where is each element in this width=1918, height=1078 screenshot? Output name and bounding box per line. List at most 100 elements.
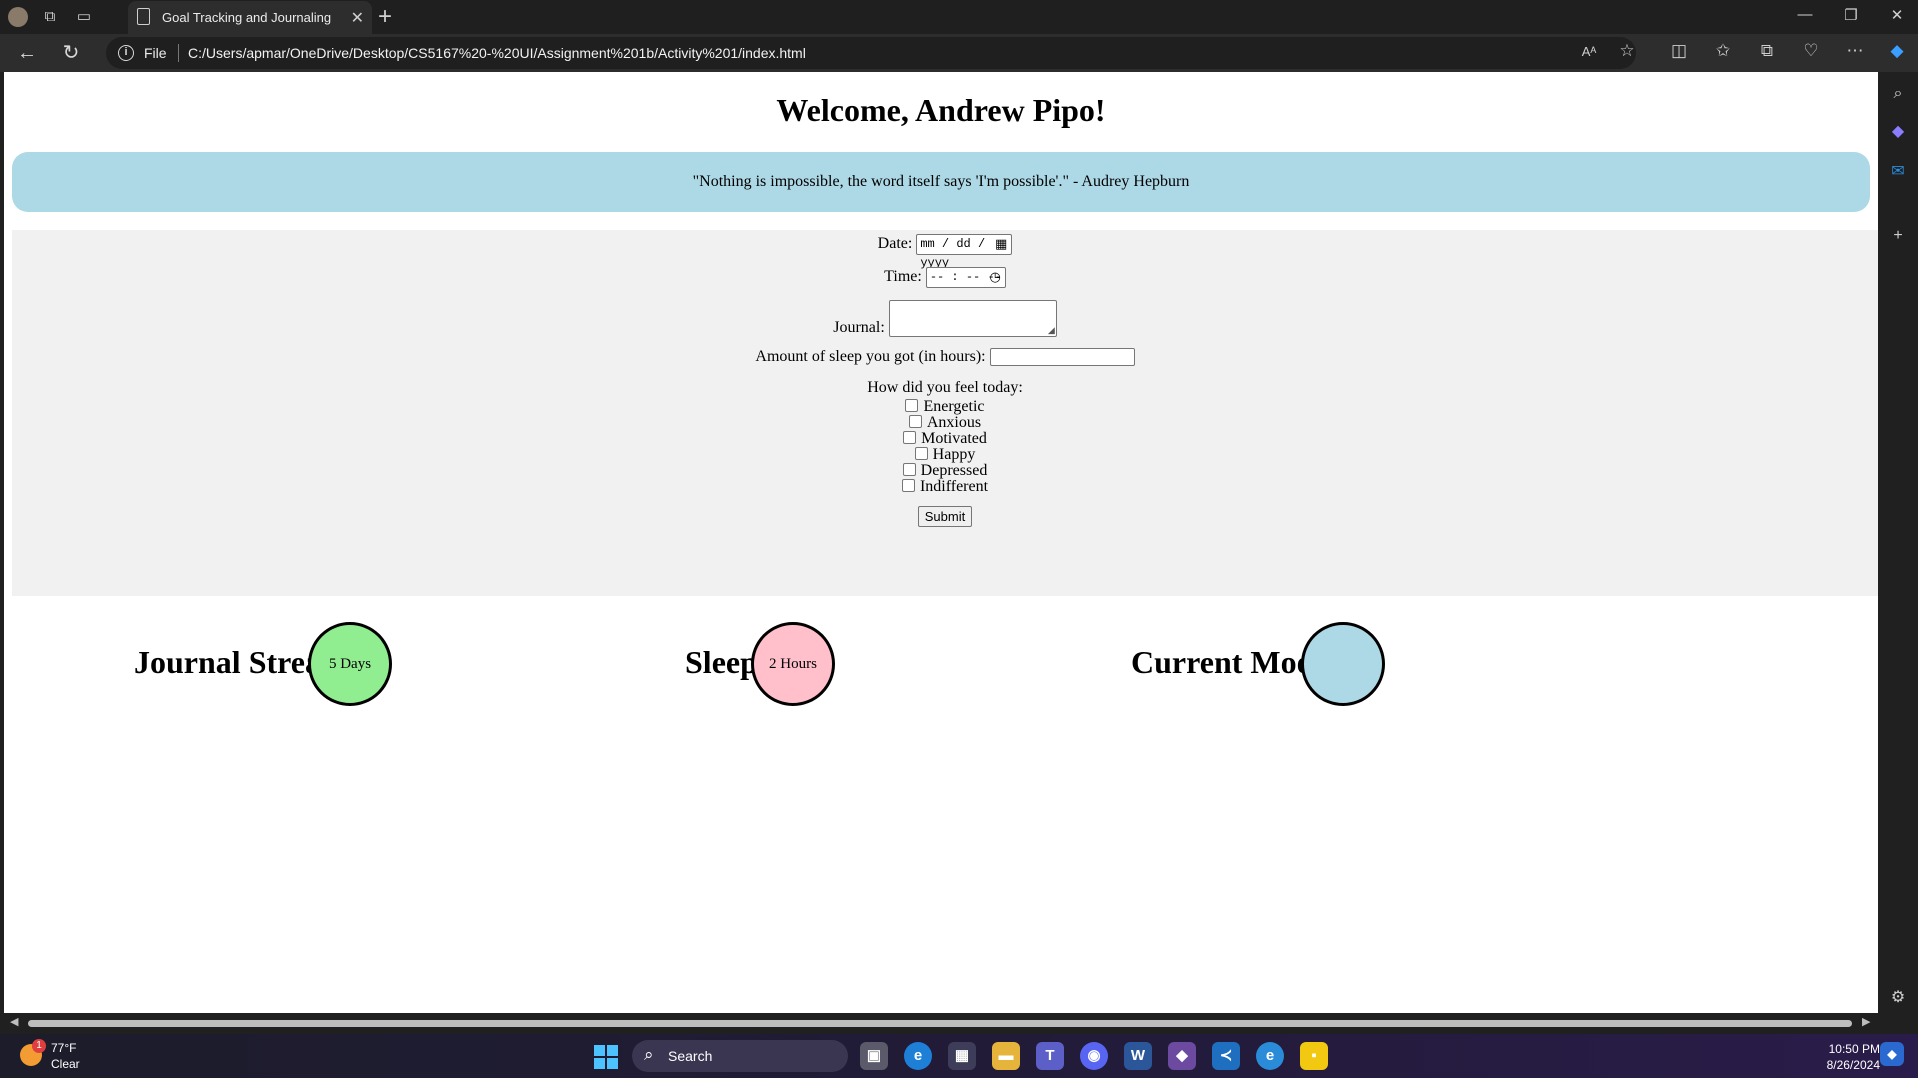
word-app-icon[interactable]: W — [1124, 1042, 1152, 1070]
time-input[interactable]: -- : -- -- ◷ — [925, 267, 1006, 288]
journal-streak-value: 5 Days — [328, 656, 372, 672]
sleep-stat-value: 2 Hours — [769, 656, 817, 672]
copilot-sidebar-icon[interactable]: ◆ — [1886, 120, 1910, 144]
web-page: Welcome, Andrew Pipo! "Nothing is imposs… — [4, 72, 1878, 1013]
profile-avatar-icon[interactable] — [6, 5, 30, 29]
address-bar[interactable]: i File C:/Users/apmar/OneDrive/Desktop/C… — [106, 37, 1636, 69]
browser-titlebar: ⧉ ▭ Goal Tracking and Journaling ✕ + — ❐… — [0, 0, 1918, 34]
copilot-taskbar-icon[interactable]: ◆ — [1880, 1042, 1904, 1066]
address-separator — [178, 44, 179, 62]
sticky-notes-icon[interactable]: ▪ — [1300, 1042, 1328, 1070]
minimize-button[interactable]: — — [1790, 6, 1820, 23]
checkbox[interactable] — [908, 415, 922, 428]
browser-essentials-icon[interactable]: ♡ — [1798, 41, 1824, 61]
resize-grip-icon[interactable]: ◢ — [1048, 326, 1055, 336]
address-scheme-label: File — [144, 45, 167, 61]
restore-button[interactable]: ❐ — [1836, 6, 1866, 24]
sleep-circle: 2 Hours — [751, 622, 835, 706]
task-view-icon[interactable]: ▣ — [860, 1042, 888, 1070]
new-tab-button[interactable]: + — [378, 2, 392, 32]
workspaces-icon[interactable]: ⧉ — [38, 5, 62, 29]
journal-streak-circle: 5 Days — [308, 622, 392, 706]
url-text[interactable]: C:/Users/apmar/OneDrive/Desktop/CS5167%2… — [188, 45, 806, 61]
more-menu-icon[interactable]: ⋯ — [1842, 41, 1868, 61]
tab-title: Goal Tracking and Journaling — [162, 10, 332, 25]
close-window-button[interactable]: ✕ — [1882, 6, 1912, 24]
windows-taskbar: 1 77°F Clear ⌕ Search ▣ e ▦ ▬ T ◉ W ◆ ≺ … — [0, 1034, 1918, 1078]
search-icon: ⌕ — [644, 1045, 654, 1064]
back-button[interactable]: ← — [14, 41, 40, 67]
quote-banner: "Nothing is impossible, the word itself … — [12, 152, 1870, 212]
time-label: Time: — [884, 268, 922, 286]
vertical-tabs-icon[interactable]: ▭ — [72, 5, 96, 29]
browser-tab[interactable]: Goal Tracking and Journaling ✕ — [128, 1, 372, 34]
horizontal-scrollbar[interactable]: ◀ ▶ — [4, 1013, 1878, 1033]
clock-time[interactable]: 10:50 PM — [1800, 1042, 1880, 1056]
checkbox[interactable] — [903, 431, 917, 444]
favorites-icon[interactable]: ✩ — [1710, 41, 1736, 61]
sidebar-settings-icon[interactable]: ⚙ — [1886, 986, 1910, 1010]
journal-form: Date: mm / dd / yyyy ▦ Time: -- : -- -- ◷ … — [12, 230, 1878, 596]
edge-sidebar: ⌕ ◆ ✉ + ⚙ — [1878, 72, 1918, 1034]
sleep-label: Amount of sleep you got (in hours): — [755, 348, 986, 365]
split-screen-icon[interactable]: ◫ — [1666, 41, 1692, 61]
current-mood-widget: Current Mood — [1131, 622, 1385, 706]
info-icon[interactable]: i — [118, 45, 134, 61]
scroll-left-arrow-icon[interactable]: ◀ — [10, 1015, 18, 1028]
collections-icon[interactable]: ⧉ — [1754, 41, 1780, 61]
checkbox[interactable] — [902, 463, 916, 476]
taskbar-search-label: Search — [668, 1048, 713, 1064]
copilot-icon[interactable]: ◆ — [1884, 41, 1910, 61]
mood-option-indifferent[interactable]: Indifferent — [12, 477, 1878, 497]
taskbar-search[interactable]: ⌕ Search — [632, 1040, 848, 1072]
store-app-icon[interactable]: ▦ — [948, 1042, 976, 1070]
current-mood-circle — [1301, 622, 1385, 706]
outlook-icon[interactable]: ✉ — [1886, 160, 1910, 184]
journal-row: Journal: ◢ — [12, 300, 1878, 337]
sleep-widget: Sleep 2 Hours — [685, 622, 835, 706]
checkbox[interactable] — [905, 399, 919, 412]
clock-icon[interactable]: ◷ — [989, 268, 1000, 287]
submit-button[interactable]: Submit — [917, 506, 973, 527]
checkbox[interactable] — [914, 447, 928, 460]
quote-text: "Nothing is impossible, the word itself … — [692, 173, 1190, 190]
scroll-right-arrow-icon[interactable]: ▶ — [1862, 1015, 1870, 1028]
date-row: Date: mm / dd / yyyy ▦ — [12, 234, 1878, 270]
git-client-icon[interactable]: ◆ — [1168, 1042, 1196, 1070]
date-label: Date: — [877, 235, 913, 253]
sleep-row: Amount of sleep you got (in hours): — [12, 348, 1878, 367]
page-title: Welcome, Andrew Pipo! — [776, 92, 1106, 128]
weather-notification-badge: 1 — [32, 1039, 46, 1053]
discord-app-icon[interactable]: ◉ — [1080, 1042, 1108, 1070]
read-aloud-icon[interactable]: Aᴬ — [1576, 44, 1602, 59]
sleep-input[interactable] — [989, 348, 1135, 367]
date-input[interactable]: mm / dd / yyyy ▦ — [916, 234, 1013, 270]
checkbox[interactable] — [901, 479, 915, 492]
journal-textarea[interactable]: ◢ — [888, 300, 1057, 337]
refresh-button[interactable]: ↻ — [58, 41, 84, 67]
edge-active-app-icon[interactable]: e — [1256, 1042, 1284, 1070]
teams-app-icon[interactable]: T — [1036, 1042, 1064, 1070]
search-icon[interactable]: ⌕ — [1886, 82, 1910, 106]
close-tab-icon[interactable]: ✕ — [351, 8, 364, 28]
journal-label: Journal: — [833, 319, 885, 336]
windows-start-icon[interactable] — [594, 1045, 618, 1069]
clock-date[interactable]: 8/26/2024 — [1800, 1058, 1880, 1072]
weather-temperature[interactable]: 77°F — [51, 1041, 76, 1055]
mood-group: How did you feel today: Energetic Anxiou… — [12, 379, 1878, 497]
mood-option-label: Indifferent — [919, 478, 989, 495]
time-row: Time: -- : -- -- ◷ — [12, 267, 1878, 288]
file-explorer-icon[interactable]: ▬ — [992, 1042, 1020, 1070]
favorite-star-icon[interactable]: ☆ — [1614, 41, 1640, 61]
weather-condition[interactable]: Clear — [51, 1057, 80, 1071]
document-icon — [137, 8, 150, 25]
scrollbar-thumb[interactable] — [28, 1020, 1852, 1027]
mood-question: How did you feel today: — [867, 379, 1023, 396]
vscode-app-icon[interactable]: ≺ — [1212, 1042, 1240, 1070]
submit-row: Submit — [12, 506, 1878, 527]
journal-streak-widget: Journal Streak 5 Days — [134, 622, 392, 706]
date-placeholder: mm / dd / yyyy — [920, 237, 986, 270]
edge-app-icon[interactable]: e — [904, 1042, 932, 1070]
add-sidebar-app-icon[interactable]: + — [1886, 224, 1910, 248]
calendar-icon[interactable]: ▦ — [995, 235, 1007, 254]
